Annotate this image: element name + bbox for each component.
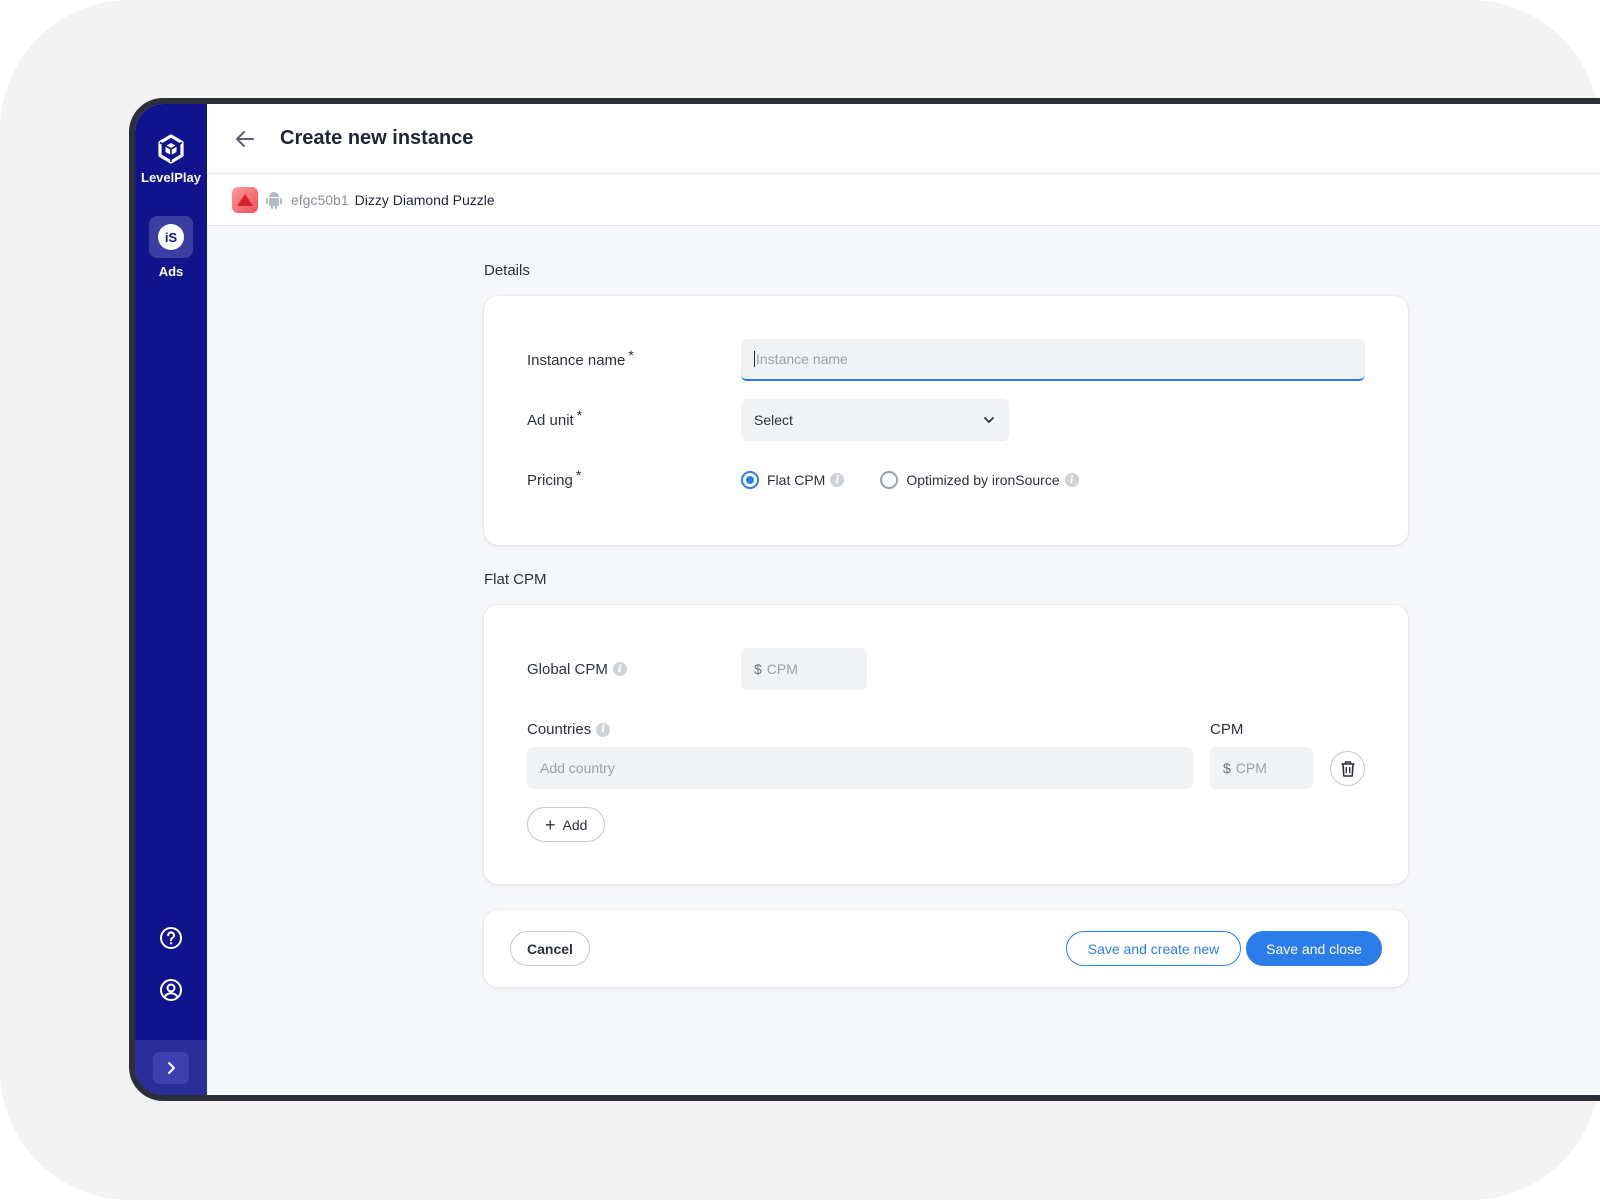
info-icon[interactable]: i	[1064, 473, 1079, 487]
details-section-title: Details	[484, 262, 530, 279]
app-name: Dizzy Diamond Puzzle	[354, 191, 495, 208]
cpm-placeholder: CPM	[766, 661, 798, 677]
android-icon	[266, 191, 282, 209]
flat-cpm-section-title: Flat CPM	[484, 571, 547, 588]
cpm-column-label: CPM	[1210, 721, 1244, 738]
pricing-option-optimized[interactable]: Optimized by ironSource i	[880, 471, 1079, 489]
unity-cube-icon	[158, 134, 184, 164]
global-cpm-row: Global CPM i $ CPM	[527, 648, 1365, 690]
sidebar: LevelPlay iS Ads	[135, 104, 207, 1095]
required-mark: *	[628, 347, 634, 363]
save-and-close-button[interactable]: Save and close	[1246, 931, 1382, 966]
device-frame: LevelPlay iS Ads Create new instance efg…	[129, 98, 1600, 1101]
sidebar-item-ads[interactable]: iS Ads	[135, 216, 207, 279]
sidebar-brand[interactable]: LevelPlay	[135, 134, 207, 185]
countries-label: Countries i	[527, 721, 611, 738]
page-title: Create new instance	[280, 127, 474, 149]
save-and-create-new-button[interactable]: Save and create new	[1066, 931, 1241, 966]
pricing-row: Pricing * Flat CPM i Optimized by ironSou…	[527, 459, 1365, 501]
back-button[interactable]	[235, 127, 259, 151]
app-info-bar: efgc50b1 Dizzy Diamond Puzzle	[207, 174, 1600, 226]
pricing-label: Pricing *	[527, 467, 741, 489]
expand-sidebar-button[interactable]	[153, 1051, 189, 1084]
pricing-option-flat-cpm[interactable]: Flat CPM i	[741, 471, 845, 489]
required-mark: *	[575, 467, 582, 483]
add-button-label: Add	[562, 816, 588, 833]
pricing-radio-group: Flat CPM i Optimized by ironSource i	[741, 471, 1079, 489]
ironsource-icon: iS	[158, 224, 184, 250]
instance-name-label-text: Instance name	[527, 351, 626, 369]
chevron-right-icon	[168, 1061, 175, 1074]
cancel-button[interactable]: Cancel	[510, 931, 590, 966]
chevron-down-icon	[984, 417, 994, 423]
main-content: Create new instance efgc50b1 Dizzy Diamo…	[207, 104, 1600, 1095]
help-circle-icon	[160, 927, 182, 949]
flat-cpm-card: Global CPM i $ CPM Countries i CPM Add c…	[484, 605, 1408, 884]
currency-symbol: $	[1223, 760, 1231, 776]
pricing-option-label: Optimized by ironSource	[906, 472, 1060, 488]
delete-country-button[interactable]	[1330, 751, 1365, 786]
ad-unit-value: Select	[754, 412, 793, 428]
instance-name-input[interactable]: Instance name	[741, 339, 1365, 381]
trash-icon	[1341, 760, 1354, 777]
text-cursor	[754, 351, 755, 367]
details-card: Instance name * Instance name Ad unit * Se…	[484, 296, 1408, 545]
pricing-option-label: Flat CPM	[767, 472, 826, 488]
add-country-input[interactable]: Add country	[527, 747, 1193, 789]
app-window: LevelPlay iS Ads Create new instance efg…	[135, 104, 1600, 1095]
user-circle-icon	[160, 979, 182, 1001]
currency-symbol: $	[754, 661, 762, 677]
info-icon[interactable]: i	[596, 722, 611, 737]
ad-unit-label-text: Ad unit	[527, 411, 574, 429]
form-content: Details Instance name * Instance name Ad…	[484, 226, 1408, 987]
ad-unit-label: Ad unit *	[527, 407, 741, 429]
country-placeholder: Add country	[540, 760, 615, 776]
global-cpm-input[interactable]: $ CPM	[741, 648, 867, 690]
plus-icon: +	[545, 814, 556, 835]
add-country-button[interactable]: + Add	[527, 807, 606, 842]
radio-unchecked-icon	[880, 471, 899, 489]
radio-checked-icon	[741, 471, 759, 489]
cpm-placeholder: CPM	[1235, 760, 1267, 776]
required-mark: *	[576, 407, 583, 423]
pricing-label-text: Pricing	[527, 471, 573, 489]
ad-unit-row: Ad unit * Select	[527, 399, 1365, 441]
app-icon	[232, 186, 258, 213]
country-cpm-input[interactable]: $ CPM	[1210, 747, 1313, 789]
ad-unit-select[interactable]: Select	[741, 399, 1009, 441]
help-button[interactable]	[159, 926, 183, 955]
sidebar-item-ads-label: Ads	[158, 264, 184, 279]
ads-icon-box: iS	[149, 216, 193, 258]
account-button[interactable]	[159, 978, 183, 1007]
global-cpm-label: Global CPM i	[527, 661, 741, 678]
instance-name-row: Instance name * Instance name	[527, 339, 1365, 381]
form-actions: Cancel Save and create new Save and clos…	[484, 910, 1408, 987]
sidebar-footer	[135, 1040, 207, 1095]
global-cpm-label-text: Global CPM	[527, 660, 608, 678]
arrow-left-icon	[236, 130, 254, 147]
sidebar-brand-label: LevelPlay	[141, 170, 201, 185]
countries-label-text: Countries	[527, 721, 592, 738]
top-bar: Create new instance	[207, 104, 1600, 174]
info-icon[interactable]: i	[830, 473, 845, 487]
app-id: efgc50b1	[291, 191, 349, 208]
instance-name-placeholder: Instance name	[756, 351, 848, 367]
info-icon[interactable]: i	[612, 662, 627, 676]
instance-name-label: Instance name *	[527, 347, 741, 369]
